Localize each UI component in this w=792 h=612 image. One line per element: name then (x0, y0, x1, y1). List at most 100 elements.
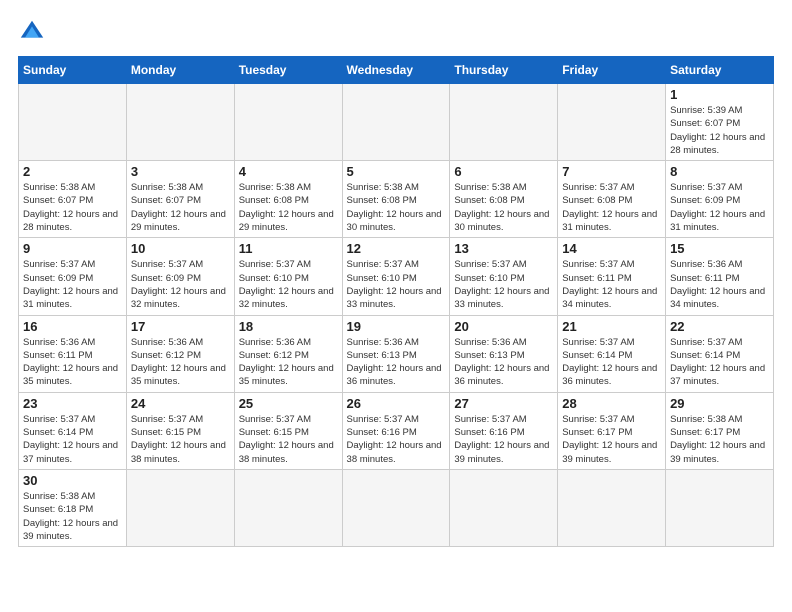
day-number: 7 (562, 164, 661, 179)
day-number: 5 (347, 164, 446, 179)
day-info: Sunrise: 5:38 AM Sunset: 6:18 PM Dayligh… (23, 490, 122, 543)
day-info: Sunrise: 5:37 AM Sunset: 6:10 PM Dayligh… (347, 258, 446, 311)
calendar-day-cell: 16 Sunrise: 5:36 AM Sunset: 6:11 PM Dayli… (19, 315, 127, 392)
calendar-day-cell (558, 469, 666, 546)
day-info: Sunrise: 5:38 AM Sunset: 6:08 PM Dayligh… (347, 181, 446, 234)
calendar-day-cell: 27 Sunrise: 5:37 AM Sunset: 6:16 PM Dayli… (450, 392, 558, 469)
day-info: Sunrise: 5:36 AM Sunset: 6:13 PM Dayligh… (454, 336, 553, 389)
calendar-day-cell: 11Sunrise: 5:37 AM Sunset: 6:10 PM Dayli… (234, 238, 342, 315)
day-number: 19 (347, 319, 446, 334)
calendar-week-row: 2 Sunrise: 5:38 AM Sunset: 6:07 PM Daylig… (19, 161, 774, 238)
day-number: 2 (23, 164, 122, 179)
day-number: 25 (239, 396, 338, 411)
day-number: 28 (562, 396, 661, 411)
calendar-day-cell: 12 Sunrise: 5:37 AM Sunset: 6:10 PM Dayli… (342, 238, 450, 315)
calendar-day-cell: 10 Sunrise: 5:37 AM Sunset: 6:09 PM Dayli… (126, 238, 234, 315)
day-number: 26 (347, 396, 446, 411)
calendar-day-cell (19, 84, 127, 161)
day-number: 27 (454, 396, 553, 411)
day-number: 24 (131, 396, 230, 411)
day-info: Sunrise: 5:39 AM Sunset: 6:07 PM Dayligh… (670, 104, 769, 157)
calendar-day-cell: 25 Sunrise: 5:37 AM Sunset: 6:15 PM Dayli… (234, 392, 342, 469)
calendar-day-cell: 7 Sunrise: 5:37 AM Sunset: 6:08 PM Daylig… (558, 161, 666, 238)
calendar-day-cell: 24 Sunrise: 5:37 AM Sunset: 6:15 PM Dayli… (126, 392, 234, 469)
day-info: Sunrise: 5:37 AM Sunset: 6:08 PM Dayligh… (562, 181, 661, 234)
calendar-day-cell (234, 84, 342, 161)
day-number: 12 (347, 241, 446, 256)
day-number: 15 (670, 241, 769, 256)
calendar-day-cell: 26 Sunrise: 5:37 AM Sunset: 6:16 PM Dayli… (342, 392, 450, 469)
day-number: 20 (454, 319, 553, 334)
calendar-table: SundayMondayTuesdayWednesdayThursdayFrid… (18, 56, 774, 547)
calendar-day-cell (234, 469, 342, 546)
day-info: Sunrise: 5:37 AM Sunset: 6:10 PM Dayligh… (239, 258, 338, 311)
calendar-header-saturday: Saturday (666, 57, 774, 84)
day-number: 16 (23, 319, 122, 334)
day-info: Sunrise: 5:36 AM Sunset: 6:13 PM Dayligh… (347, 336, 446, 389)
calendar-header-monday: Monday (126, 57, 234, 84)
calendar-day-cell: 14Sunrise: 5:37 AM Sunset: 6:11 PM Dayli… (558, 238, 666, 315)
calendar-day-cell: 15 Sunrise: 5:36 AM Sunset: 6:11 PM Dayli… (666, 238, 774, 315)
day-info: Sunrise: 5:38 AM Sunset: 6:07 PM Dayligh… (23, 181, 122, 234)
calendar-day-cell (558, 84, 666, 161)
generalblue-logo-icon (18, 18, 46, 46)
day-info: Sunrise: 5:36 AM Sunset: 6:12 PM Dayligh… (239, 336, 338, 389)
day-info: Sunrise: 5:37 AM Sunset: 6:11 PM Dayligh… (562, 258, 661, 311)
day-number: 17 (131, 319, 230, 334)
day-number: 30 (23, 473, 122, 488)
calendar-day-cell (126, 469, 234, 546)
calendar-day-cell: 9Sunrise: 5:37 AM Sunset: 6:09 PM Daylig… (19, 238, 127, 315)
calendar-day-cell: 23Sunrise: 5:37 AM Sunset: 6:14 PM Dayli… (19, 392, 127, 469)
day-info: Sunrise: 5:37 AM Sunset: 6:14 PM Dayligh… (562, 336, 661, 389)
calendar-day-cell (450, 84, 558, 161)
calendar-week-row: 23Sunrise: 5:37 AM Sunset: 6:14 PM Dayli… (19, 392, 774, 469)
calendar-day-cell: 18 Sunrise: 5:36 AM Sunset: 6:12 PM Dayli… (234, 315, 342, 392)
calendar-header-friday: Friday (558, 57, 666, 84)
day-info: Sunrise: 5:36 AM Sunset: 6:11 PM Dayligh… (23, 336, 122, 389)
day-info: Sunrise: 5:37 AM Sunset: 6:14 PM Dayligh… (670, 336, 769, 389)
day-info: Sunrise: 5:37 AM Sunset: 6:16 PM Dayligh… (454, 413, 553, 466)
calendar-day-cell: 17 Sunrise: 5:36 AM Sunset: 6:12 PM Dayli… (126, 315, 234, 392)
day-info: Sunrise: 5:37 AM Sunset: 6:15 PM Dayligh… (131, 413, 230, 466)
day-info: Sunrise: 5:38 AM Sunset: 6:07 PM Dayligh… (131, 181, 230, 234)
day-number: 1 (670, 87, 769, 102)
calendar-week-row: 9Sunrise: 5:37 AM Sunset: 6:09 PM Daylig… (19, 238, 774, 315)
calendar-header-row: SundayMondayTuesdayWednesdayThursdayFrid… (19, 57, 774, 84)
calendar-day-cell: 21Sunrise: 5:37 AM Sunset: 6:14 PM Dayli… (558, 315, 666, 392)
day-info: Sunrise: 5:37 AM Sunset: 6:09 PM Dayligh… (23, 258, 122, 311)
day-number: 3 (131, 164, 230, 179)
day-number: 10 (131, 241, 230, 256)
calendar-day-cell: 2 Sunrise: 5:38 AM Sunset: 6:07 PM Daylig… (19, 161, 127, 238)
day-info: Sunrise: 5:36 AM Sunset: 6:12 PM Dayligh… (131, 336, 230, 389)
calendar-header-thursday: Thursday (450, 57, 558, 84)
calendar-week-row: 30 Sunrise: 5:38 AM Sunset: 6:18 PM Dayli… (19, 469, 774, 546)
day-info: Sunrise: 5:38 AM Sunset: 6:17 PM Dayligh… (670, 413, 769, 466)
page-header (18, 18, 774, 46)
calendar-week-row: 1 Sunrise: 5:39 AM Sunset: 6:07 PM Daylig… (19, 84, 774, 161)
calendar-day-cell: 29Sunrise: 5:38 AM Sunset: 6:17 PM Dayli… (666, 392, 774, 469)
calendar-day-cell: 28 Sunrise: 5:37 AM Sunset: 6:17 PM Dayli… (558, 392, 666, 469)
day-number: 22 (670, 319, 769, 334)
calendar-day-cell: 8Sunrise: 5:37 AM Sunset: 6:09 PM Daylig… (666, 161, 774, 238)
calendar-day-cell: 1 Sunrise: 5:39 AM Sunset: 6:07 PM Daylig… (666, 84, 774, 161)
calendar-day-cell (126, 84, 234, 161)
calendar-header-tuesday: Tuesday (234, 57, 342, 84)
day-info: Sunrise: 5:37 AM Sunset: 6:15 PM Dayligh… (239, 413, 338, 466)
calendar-day-cell (450, 469, 558, 546)
logo (18, 18, 50, 46)
calendar-day-cell: 6Sunrise: 5:38 AM Sunset: 6:08 PM Daylig… (450, 161, 558, 238)
calendar-week-row: 16 Sunrise: 5:36 AM Sunset: 6:11 PM Dayli… (19, 315, 774, 392)
day-info: Sunrise: 5:36 AM Sunset: 6:11 PM Dayligh… (670, 258, 769, 311)
day-number: 8 (670, 164, 769, 179)
day-info: Sunrise: 5:37 AM Sunset: 6:17 PM Dayligh… (562, 413, 661, 466)
calendar-day-cell: 30 Sunrise: 5:38 AM Sunset: 6:18 PM Dayli… (19, 469, 127, 546)
day-info: Sunrise: 5:37 AM Sunset: 6:16 PM Dayligh… (347, 413, 446, 466)
day-info: Sunrise: 5:37 AM Sunset: 6:10 PM Dayligh… (454, 258, 553, 311)
day-number: 18 (239, 319, 338, 334)
day-info: Sunrise: 5:37 AM Sunset: 6:09 PM Dayligh… (131, 258, 230, 311)
day-info: Sunrise: 5:38 AM Sunset: 6:08 PM Dayligh… (239, 181, 338, 234)
day-info: Sunrise: 5:38 AM Sunset: 6:08 PM Dayligh… (454, 181, 553, 234)
calendar-day-cell: 20 Sunrise: 5:36 AM Sunset: 6:13 PM Dayli… (450, 315, 558, 392)
day-number: 4 (239, 164, 338, 179)
calendar-header-sunday: Sunday (19, 57, 127, 84)
